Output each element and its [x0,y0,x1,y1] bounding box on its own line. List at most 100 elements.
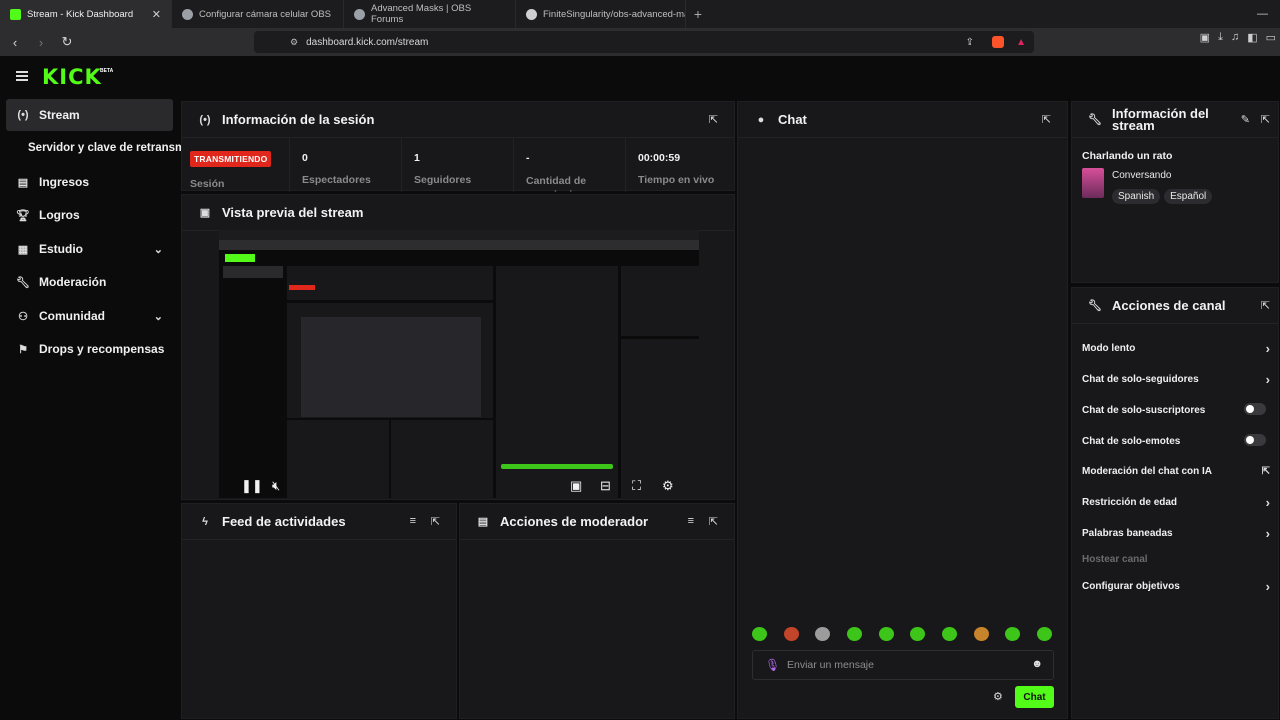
menu-icon[interactable] [16,71,28,81]
pip-icon[interactable]: ▣ [570,478,582,494]
emotes-only-toggle[interactable] [1244,434,1266,446]
sidebar-item-server-key[interactable]: Servidor y clave de retransm [18,132,188,164]
panel-title: Feed de actividades [222,514,346,529]
filter-icon[interactable]: ≡ [688,515,694,527]
chevron-right-icon: › [1265,341,1270,356]
fullscreen-icon[interactable]: ⛶ [632,478,641,494]
emote-icon[interactable] [815,627,831,641]
browser-tab-obs-camera[interactable]: Configurar cámara celular OBS [172,0,344,28]
popout-icon[interactable]: ⇱ [709,515,718,528]
subscribers-only-toggle[interactable] [1244,403,1266,415]
pause-icon[interactable]: ❚❚ [241,478,263,494]
brave-rewards-icon[interactable]: ▲ [1016,37,1026,48]
edit-icon[interactable]: ✎ [1241,113,1250,126]
slow-mode-row[interactable]: Modo lento › [1082,341,1278,356]
sidebar-item-drops[interactable]: ⚑ Drops y recompensas [6,333,173,365]
mute-icon[interactable]: 🔇︎ [272,478,280,494]
address-bar[interactable]: ⚙ dashboard.kick.com/stream ⇪ ▲ [254,31,1034,53]
emote-icon[interactable] [752,627,767,641]
followers-only-row[interactable]: Chat de solo-seguidores › [1082,372,1278,387]
beta-badge: BETA [100,68,114,74]
media-icon[interactable]: ♫ [1231,31,1239,44]
brave-shield-icon[interactable] [992,36,1004,48]
emote-icon[interactable] [1036,627,1052,641]
download-icon[interactable]: ⤓ [1218,31,1223,44]
emote-icon[interactable] [846,627,862,641]
ai-moderation-row[interactable]: Moderación del chat con IA ⇱ [1082,466,1278,477]
tag[interactable]: Español [1164,189,1213,204]
sidebar-icon[interactable]: ◧ [1247,31,1257,44]
emote-icon[interactable] [783,627,799,641]
browser-tab-kick[interactable]: Stream - Kick Dashboard ✕ [0,0,172,28]
theater-icon[interactable]: ⊟ [600,478,611,494]
kick-favicon-icon [10,8,21,20]
browser-tab-github[interactable]: FiniteSingularity/obs-advanced-mask [516,0,686,28]
emote-icon[interactable] [941,627,957,641]
site-info-icon[interactable]: ⚙ [290,37,298,48]
studio-icon: ▦ [17,243,29,256]
popout-icon[interactable]: ⇱ [1042,113,1051,126]
popout-icon[interactable]: ⇱ [1261,113,1270,126]
row-label: Chat de solo-suscriptores [1082,405,1206,416]
emote-icon[interactable] [973,627,989,641]
chat-settings-icon[interactable]: ⚙ [993,690,1003,703]
wrench-icon: 🔧︎ [16,276,30,289]
popout-icon[interactable]: ⇱ [431,515,440,528]
sidebar-item-moderation[interactable]: 🔧︎ Moderación [6,266,173,298]
share-icon[interactable]: ⇪ [966,37,974,48]
app-header: KICK BETA [0,56,1280,98]
tab-title: Configurar cámara celular OBS [199,8,331,20]
kick-logo[interactable]: KICK [42,66,102,88]
sidebar-item-community[interactable]: ⚇ Comunidad ⌄ [6,300,173,332]
mini-feed-panel [287,420,389,498]
sidebar-item-label: Estudio [39,242,83,256]
microphone-icon[interactable]: 🎙︎ [765,658,780,672]
emote-icon[interactable] [878,627,894,641]
sidebar: (•) Stream Servidor y clave de retransm … [0,98,185,720]
sidebar-item-studio[interactable]: ▦ Estudio ⌄ [6,233,173,265]
browser-tab-obs-forums[interactable]: Advanced Masks | OBS Forums [344,0,516,28]
sidebar-item-achievements[interactable]: 🏆︎ Logros [6,199,173,231]
banned-words-row[interactable]: Palabras baneadas › [1082,526,1278,541]
stat-label: Cantidad de suscripciones [526,175,597,192]
chat-input[interactable]: 🎙︎ Enviar un mensaje ☻ [752,650,1054,680]
emoji-icon[interactable]: ☻ [1031,658,1043,670]
sidebar-item-stream[interactable]: (•) Stream [6,99,173,131]
chevron-right-icon: › [1265,526,1270,541]
tag[interactable]: Spanish [1112,189,1161,204]
popout-icon[interactable]: ⇱ [709,113,718,126]
close-icon[interactable]: ✕ [152,8,161,21]
chevron-down-icon[interactable]: ⌄ [154,310,163,323]
chat-placeholder: Enviar un mensaje [787,659,874,671]
forward-icon[interactable]: › [30,31,52,53]
session-info-panel: (•) Información de la sesión ⇱ TRANSMITI… [181,101,735,192]
category-thumbnail[interactable] [1082,168,1104,198]
back-icon[interactable]: ‹ [4,31,26,53]
emote-icon[interactable] [910,627,926,641]
sidebar-item-income[interactable]: ▤ Ingresos [6,166,173,198]
row-label: Configurar objetivos [1082,581,1180,592]
wrench-icon: 🔧︎ [1088,300,1102,312]
panel-title: Vista previa del stream [222,205,364,220]
category-name[interactable]: Conversando [1112,170,1171,181]
popout-icon[interactable]: ⇱ [1261,299,1270,312]
external-link-icon: ⇱ [1261,466,1270,477]
wallet-icon[interactable]: ▭ [1266,31,1276,44]
configure-goals-row[interactable]: Configurar objetivos › [1082,579,1278,594]
stat-value: 1 [414,152,420,164]
github-icon [526,8,537,20]
broadcast-icon: (•) [17,109,29,121]
reload-icon[interactable]: ↻ [56,31,78,53]
new-tab-icon[interactable]: + [686,0,710,28]
chat-send-button[interactable]: Chat [1015,686,1054,708]
minimize-icon[interactable]: — [1257,8,1268,20]
filter-icon[interactable]: ≡ [410,515,416,527]
settings-icon[interactable]: ⚙ [662,478,674,494]
age-restriction-row[interactable]: Restricción de edad › [1082,495,1278,510]
emote-icon[interactable] [1005,627,1021,641]
extensions-icon[interactable]: ▣ [1200,31,1210,44]
video-player[interactable] [219,230,699,498]
host-channel-row: Hostear canal [1082,554,1278,565]
tab-title: Advanced Masks | OBS Forums [371,3,472,25]
chevron-down-icon[interactable]: ⌄ [154,243,163,256]
